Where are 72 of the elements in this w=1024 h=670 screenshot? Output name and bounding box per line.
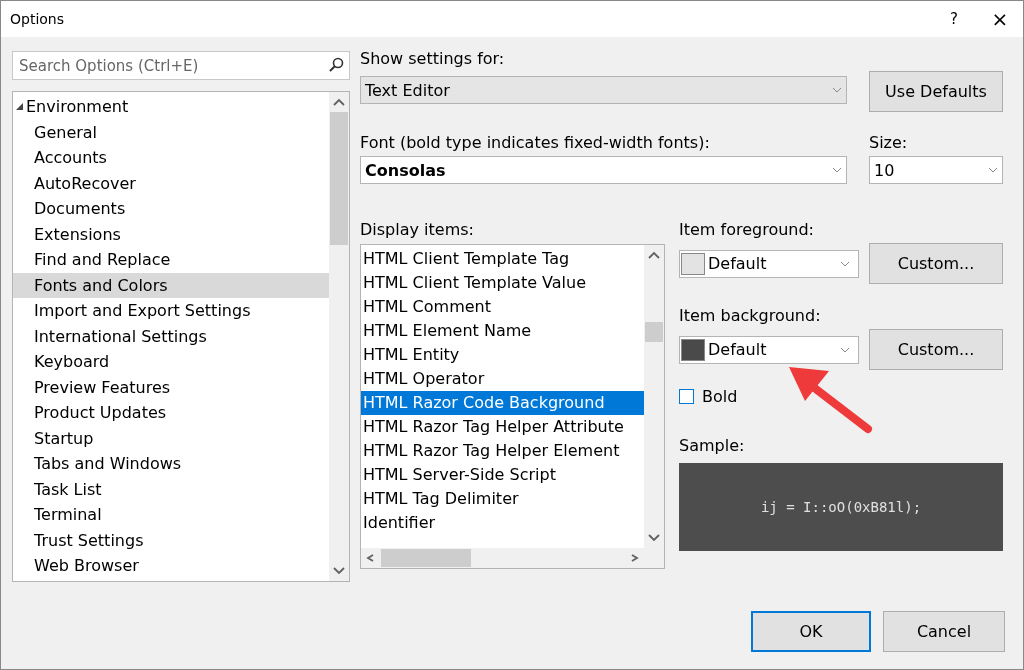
chevron-down-icon: [832, 167, 842, 173]
list-item[interactable]: HTML Entity: [361, 343, 644, 367]
chevron-down-icon[interactable]: [648, 534, 660, 542]
tree-item[interactable]: Find and Replace: [13, 247, 329, 273]
field-label: Size:: [869, 133, 908, 152]
list-item[interactable]: HTML Element Name: [361, 319, 644, 343]
tree-item[interactable]: Web Browser: [13, 553, 329, 579]
chevron-down-icon: [840, 346, 850, 353]
color-dropdown[interactable]: Default: [679, 249, 859, 278]
tree-item[interactable]: General: [13, 119, 329, 145]
list-item[interactable]: HTML Client Template Value: [361, 271, 644, 295]
checkbox[interactable]: [679, 389, 694, 404]
size-dropdown[interactable]: 10: [869, 156, 1003, 184]
custom-button[interactable]: Custom...: [869, 243, 1003, 284]
close-button[interactable]: ×: [977, 1, 1023, 37]
window-title: Options: [10, 11, 66, 27]
tree-item[interactable]: Tabs and Windows: [13, 451, 329, 477]
list-item[interactable]: HTML Razor Tag Helper Attribute: [361, 415, 644, 439]
custom-button[interactable]: Custom...: [869, 329, 1003, 370]
list-item[interactable]: HTML Comment: [361, 295, 644, 319]
font-dropdown[interactable]: Consolas: [360, 156, 847, 184]
field-label: Sample:: [679, 436, 746, 455]
tree-item[interactable]: Extensions: [13, 221, 329, 247]
chevron-down-icon[interactable]: [333, 567, 345, 575]
scrollbar-thumb[interactable]: [330, 112, 348, 245]
chevron-down-icon: [988, 167, 998, 173]
field-label: Font (bold type indicates fixed-width fonts):: [360, 133, 711, 152]
search-field[interactable]: Search Options (Ctrl+E): [12, 51, 350, 80]
list-item[interactable]: HTML Server-Side Script: [361, 463, 644, 487]
list-item[interactable]: HTML Client Template Tag: [361, 247, 644, 271]
tree-item[interactable]: Accounts: [13, 145, 329, 171]
field-label: Item foreground:: [679, 220, 815, 239]
tree-item[interactable]: Fonts and Colors: [13, 272, 329, 298]
scrollbar[interactable]: [361, 548, 664, 568]
tree-item[interactable]: Import and Export Settings: [13, 298, 329, 324]
scrollbar[interactable]: [644, 245, 664, 548]
field-label: Show settings for:: [360, 49, 506, 68]
use-defaults-button[interactable]: Use Defaults: [869, 71, 1003, 112]
tree-item[interactable]: Terminal: [13, 502, 329, 528]
field-label: Item background:: [679, 306, 822, 325]
list-item[interactable]: HTML Razor Code Background: [361, 391, 644, 415]
help-button[interactable]: ?: [931, 1, 977, 37]
chevron-up-icon[interactable]: [333, 98, 345, 106]
scrollbar-thumb[interactable]: [381, 549, 471, 567]
sample-preview: ij = I::oO(0xB81l);: [679, 463, 1003, 551]
list-item[interactable]: Identifier: [361, 511, 644, 535]
tree-item[interactable]: Startup: [13, 425, 329, 451]
scrollbar-thumb[interactable]: [645, 322, 663, 342]
dialog-button[interactable]: Cancel: [883, 611, 1005, 652]
color-dropdown[interactable]: Default: [679, 335, 859, 364]
field-label: Display items:: [360, 220, 475, 239]
tree-item[interactable]: AutoRecover: [13, 170, 329, 196]
tree-item[interactable]: Environment: [13, 94, 329, 120]
tree-item[interactable]: International Settings: [13, 323, 329, 349]
chevron-down-icon: [840, 260, 850, 267]
dialog-button[interactable]: OK: [751, 611, 871, 652]
scrollbar[interactable]: [329, 92, 349, 581]
tree-item[interactable]: Documents: [13, 196, 329, 222]
tree-item[interactable]: Preview Features: [13, 374, 329, 400]
chevron-down-icon: [832, 87, 842, 93]
list-item[interactable]: HTML Tag Delimiter: [361, 487, 644, 511]
expanded-triangle-icon[interactable]: [15, 102, 24, 112]
list-item[interactable]: HTML Razor Tag Helper Element: [361, 439, 644, 463]
list-item[interactable]: HTML Operator: [361, 367, 644, 391]
tree-item[interactable]: Keyboard: [13, 349, 329, 375]
search-icon: [328, 57, 344, 73]
tree-item[interactable]: Product Updates: [13, 400, 329, 426]
tree-item[interactable]: Task List: [13, 476, 329, 502]
checkbox-label: Bold: [702, 387, 738, 406]
tree-item[interactable]: Trust Settings: [13, 527, 329, 553]
chevron-up-icon[interactable]: [648, 251, 660, 259]
settings-dropdown[interactable]: Text Editor: [360, 76, 847, 104]
